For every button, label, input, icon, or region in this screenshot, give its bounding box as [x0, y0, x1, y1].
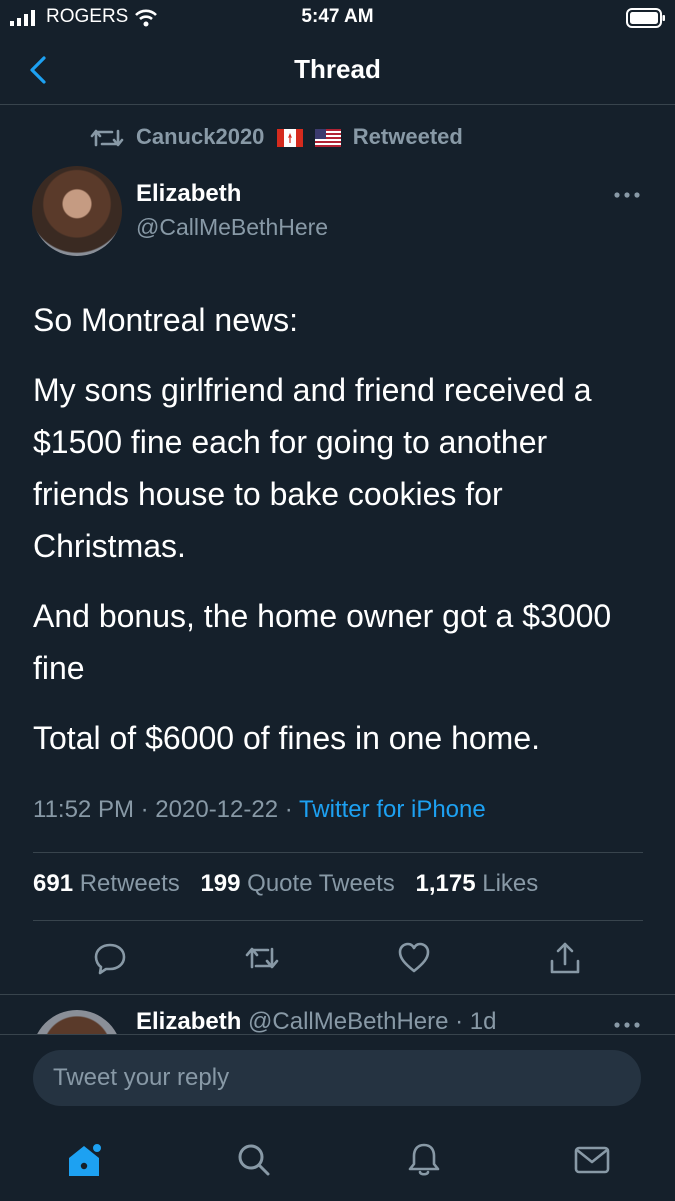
tweet-paragraph: Total of $6000 of fines in one home. [33, 720, 541, 756]
reply-icon[interactable] [92, 940, 128, 976]
more-options-icon[interactable] [612, 190, 642, 200]
author-handle[interactable]: @CallMeBethHere [136, 214, 328, 241]
home-icon[interactable] [64, 1140, 104, 1180]
quote-tweets-stat[interactable]: 199 Quote Tweets [200, 870, 394, 897]
meta-separator: · [140, 796, 156, 823]
like-heart-icon[interactable] [396, 940, 432, 976]
divider [33, 852, 643, 853]
page-title: Thread [294, 54, 381, 84]
retweet-label[interactable]: Canuck2020 Retweeted [136, 124, 463, 150]
notifications-bell-icon[interactable] [404, 1140, 444, 1180]
messages-mail-icon[interactable] [572, 1140, 612, 1180]
tweet-time: 11:52 PM [33, 796, 134, 823]
reply-author-handle: @CallMeBethHere [248, 1008, 449, 1035]
reply-author-name: Elizabeth [136, 1008, 242, 1035]
author-name[interactable]: Elizabeth [136, 180, 241, 208]
reply-age: 1d [469, 1008, 497, 1035]
reply-input[interactable] [33, 1050, 641, 1106]
retweeter-name: Canuck2020 [136, 124, 265, 149]
tweet-date: 2020-12-22 [155, 796, 279, 823]
retweets-stat[interactable]: 691 Retweets [33, 870, 180, 897]
divider [33, 920, 643, 921]
canada-flag [276, 129, 303, 148]
status-bar: ROGERS 5:47 AM [0, 0, 675, 36]
nav-bar: Thread [0, 36, 675, 105]
tweet-meta: 11:52 PM · 2020-12-22 · Twitter for iPho… [33, 796, 486, 824]
more-options-icon[interactable] [612, 1020, 642, 1030]
meta-separator: · [284, 796, 299, 823]
likes-stat[interactable]: 1,175 Likes [415, 870, 538, 897]
retweeted-suffix: Retweeted [352, 124, 463, 149]
battery-icon [626, 8, 665, 28]
retweet-small-icon [90, 129, 124, 147]
search-icon[interactable] [234, 1140, 274, 1180]
meta-separator: · [448, 1008, 470, 1035]
tweet-text: So Montreal news: My sons girlfriend and… [33, 294, 648, 782]
retweet-icon[interactable] [244, 940, 280, 976]
tweet-paragraph: My sons girlfriend and friend received a… [33, 372, 592, 564]
tweet-source-link[interactable]: Twitter for iPhone [299, 796, 486, 823]
tweet-paragraph: So Montreal news: [33, 302, 299, 338]
usa-flag [314, 129, 341, 148]
share-icon[interactable] [547, 940, 583, 976]
tweet-paragraph: And bonus, the home owner got a $3000 fi… [33, 598, 612, 686]
avatar[interactable] [32, 166, 122, 256]
status-time: 5:47 AM [301, 6, 374, 27]
reply-header[interactable]: Elizabeth @CallMeBethHere · 1d [136, 1008, 497, 1036]
divider [0, 994, 675, 995]
tweet-stats: 691 Retweets 199 Quote Tweets 1,175 Like… [33, 870, 552, 898]
